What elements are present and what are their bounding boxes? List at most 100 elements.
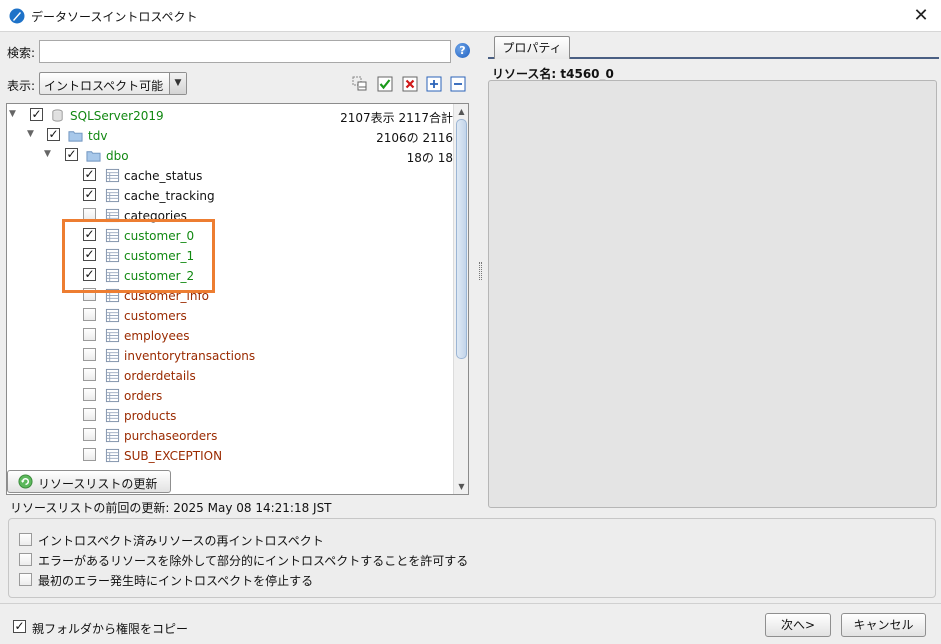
table-label: cache_status <box>124 169 203 183</box>
search-input[interactable] <box>39 40 451 63</box>
expand-toggle-icon[interactable]: ▼ <box>27 129 34 139</box>
scroll-down-icon[interactable]: ▼ <box>454 479 468 494</box>
datasource-count: 2107表示 2117合計 <box>340 111 453 125</box>
table-label: cache_tracking <box>124 189 215 203</box>
tree-node-table[interactable]: employees <box>7 326 453 346</box>
select-children-icon[interactable] <box>352 76 368 92</box>
table-icon <box>105 448 120 463</box>
schema-checkbox[interactable]: ✓ <box>65 148 78 161</box>
collapse-all-icon[interactable] <box>450 76 466 92</box>
uncheck-all-icon[interactable] <box>402 76 418 92</box>
table-icon <box>105 308 120 323</box>
table-label: customers <box>124 309 187 323</box>
table-checkbox[interactable] <box>83 308 96 321</box>
table-icon <box>105 188 120 203</box>
folder-icon <box>86 151 101 162</box>
datasource-checkbox[interactable]: ✓ <box>30 108 43 121</box>
tree-node-table[interactable]: customers <box>7 306 453 326</box>
dialog-footer: ✓ 親フォルダから権限をコピー 次へ> キャンセル <box>0 603 941 644</box>
pane-splitter[interactable] <box>477 32 485 516</box>
schema-count: 18の 18 <box>406 151 453 165</box>
next-button[interactable]: 次へ> <box>765 613 831 637</box>
table-icon <box>105 428 120 443</box>
table-icon <box>105 388 120 403</box>
expand-toggle-icon[interactable]: ▼ <box>9 109 16 119</box>
refresh-button-label: リソースリストの更新 <box>38 477 158 491</box>
view-label: 表示: <box>7 79 36 93</box>
table-checkbox[interactable] <box>83 328 96 341</box>
search-label: 検索: <box>7 46 36 60</box>
view-filter-select[interactable]: イントロスペクト可能 ▼ <box>39 72 187 95</box>
tree-node-table[interactable]: ✓ cache_status <box>7 166 453 186</box>
option-partial-checkbox[interactable] <box>19 553 32 566</box>
catalog-label: tdv <box>88 129 108 143</box>
option-label: エラーがあるリソースを除外して部分的にイントロスペクトすることを許可する <box>38 554 469 568</box>
copy-permissions-label: 親フォルダから権限をコピー <box>32 622 189 636</box>
table-icon <box>105 368 120 383</box>
table-label: purchaseorders <box>124 429 218 443</box>
table-icon <box>105 348 120 363</box>
catalog-count: 2106の 2116 <box>376 131 453 145</box>
copy-permissions-checkbox[interactable]: ✓ <box>13 620 26 633</box>
tree-node-table[interactable]: products <box>7 406 453 426</box>
tree-node-table[interactable]: ✓ cache_tracking <box>7 186 453 206</box>
help-icon[interactable]: ? <box>455 43 470 58</box>
scroll-up-icon[interactable]: ▲ <box>454 104 468 119</box>
database-icon <box>52 109 63 122</box>
properties-panel <box>488 80 937 508</box>
catalog-checkbox[interactable]: ✓ <box>47 128 60 141</box>
resource-tree[interactable]: ▼ ✓ SQLServer2019 2107表示 2117合計 ▼ ✓ tdv … <box>6 103 469 495</box>
tree-node-table[interactable]: purchaseorders <box>7 426 453 446</box>
check-all-icon[interactable] <box>377 76 393 92</box>
folder-icon <box>68 131 83 142</box>
table-icon <box>105 168 120 183</box>
table-icon <box>105 408 120 423</box>
table-checkbox[interactable] <box>83 348 96 361</box>
scroll-thumb[interactable] <box>456 119 467 359</box>
table-checkbox[interactable] <box>83 368 96 381</box>
table-checkbox[interactable] <box>83 428 96 441</box>
tree-node-catalog[interactable]: ▼ ✓ tdv 2106の 2116 <box>7 126 453 146</box>
table-checkbox[interactable]: ✓ <box>83 188 96 201</box>
properties-pane: プロパティ リソース名: t4560_0 <box>485 32 941 516</box>
table-checkbox[interactable] <box>83 408 96 421</box>
option-stop-checkbox[interactable] <box>19 573 32 586</box>
table-checkbox[interactable]: ✓ <box>83 168 96 181</box>
introspection-options-panel: イントロスペクト済みリソースの再イントロスペクト エラーがあるリソースを除外して… <box>8 518 936 598</box>
table-label: orderdetails <box>124 369 196 383</box>
app-icon <box>9 8 25 24</box>
table-label: orders <box>124 389 163 403</box>
refresh-resource-list-button[interactable]: リソースリストの更新 <box>7 470 171 493</box>
tree-node-schema[interactable]: ▼ ✓ dbo 18の 18 <box>7 146 453 166</box>
option-reintrospect-checkbox[interactable] <box>19 533 32 546</box>
title-bar: データソースイントロスペクト ✕ <box>0 0 941 32</box>
splitter-grip[interactable] <box>479 262 482 280</box>
window-title: データソースイントロスペクト <box>31 10 198 24</box>
table-label: inventorytransactions <box>124 349 256 363</box>
tree-node-table[interactable]: inventorytransactions <box>7 346 453 366</box>
table-label: products <box>124 409 177 423</box>
table-label: employees <box>124 329 190 343</box>
datasource-label: SQLServer2019 <box>70 109 164 123</box>
chevron-down-icon: ▼ <box>169 73 186 94</box>
last-updated-text: リソースリストの前回の更新: 2025 May 08 14:21:18 JST <box>10 501 332 515</box>
tree-node-datasource[interactable]: ▼ ✓ SQLServer2019 2107表示 2117合計 <box>7 106 453 126</box>
option-label: 最初のエラー発生時にイントロスペクトを停止する <box>38 574 314 588</box>
table-checkbox[interactable] <box>83 388 96 401</box>
view-filter-value: イントロスペクト可能 <box>44 79 164 93</box>
tree-node-table[interactable]: orders <box>7 386 453 406</box>
close-button[interactable]: ✕ <box>909 4 933 28</box>
tree-node-table[interactable]: SUB_EXCEPTION <box>7 446 453 466</box>
tree-scrollbar[interactable]: ▲ ▼ <box>453 104 468 494</box>
highlight-box <box>62 219 215 293</box>
tab-properties[interactable]: プロパティ <box>494 36 570 59</box>
cancel-button[interactable]: キャンセル <box>841 613 926 637</box>
expand-all-icon[interactable] <box>426 76 442 92</box>
tree-node-table[interactable]: orderdetails <box>7 366 453 386</box>
expand-toggle-icon[interactable]: ▼ <box>44 149 51 159</box>
table-label: SUB_EXCEPTION <box>124 449 223 463</box>
table-checkbox[interactable] <box>83 448 96 461</box>
table-icon <box>105 328 120 343</box>
option-label: イントロスペクト済みリソースの再イントロスペクト <box>38 534 324 548</box>
schema-label: dbo <box>106 149 129 163</box>
